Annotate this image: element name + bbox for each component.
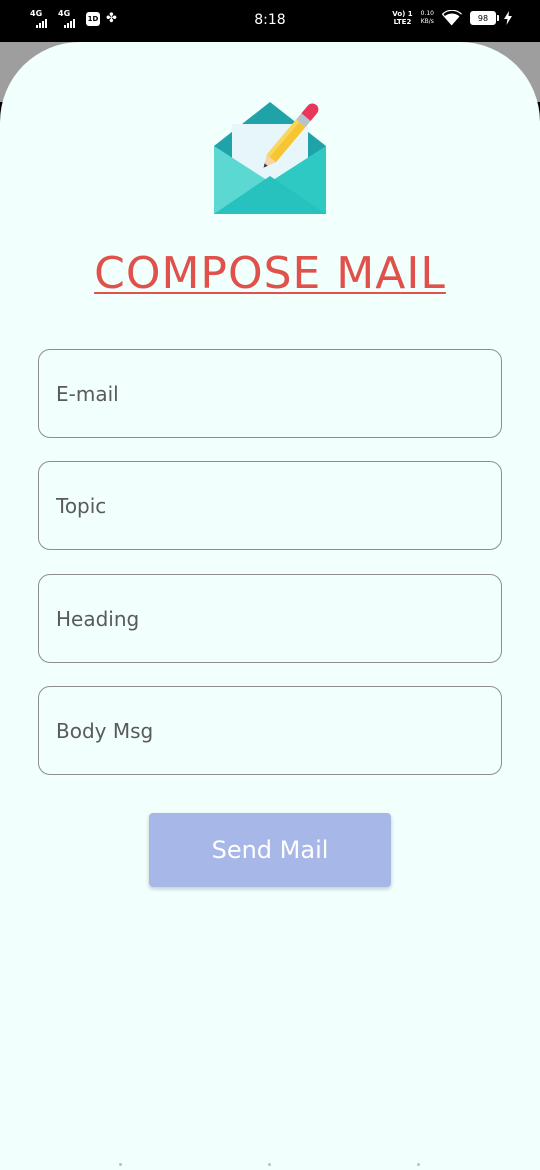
charging-bolt-icon <box>504 11 512 25</box>
battery-icon: 98 <box>470 11 499 25</box>
compose-sheet: COMPOSE MAIL Send Mail <box>0 42 540 1170</box>
email-field[interactable] <box>38 349 502 438</box>
network-speed: 0.10 KB/s <box>421 10 434 26</box>
heading-field[interactable] <box>38 574 502 663</box>
volte-top-label: Vo) 1 <box>392 10 413 18</box>
speed-value: 0.10 <box>420 10 434 17</box>
topic-field[interactable] <box>38 461 502 550</box>
send-mail-button[interactable]: Send Mail <box>149 813 391 887</box>
volte-bottom-label: LTE2 <box>393 18 412 26</box>
body-message-field[interactable] <box>38 686 502 775</box>
volte-indicator: Vo) 1 LTE2 <box>392 10 412 26</box>
status-right: Vo) 1 LTE2 0.10 KB/s 98 <box>392 10 512 26</box>
nav-indicator-dot <box>119 1163 122 1166</box>
envelope-pencil-icon <box>214 102 326 214</box>
speed-unit: KB/s <box>420 18 434 25</box>
wifi-icon <box>442 10 462 26</box>
nav-indicator-dot <box>268 1163 271 1166</box>
nav-indicator-dot <box>417 1163 420 1166</box>
status-bar: 4G 4G 1D ✤ 8:18 Vo) 1 LTE2 0.10 KB/s 98 <box>0 0 540 42</box>
page-title: COMPOSE MAIL <box>94 248 446 299</box>
